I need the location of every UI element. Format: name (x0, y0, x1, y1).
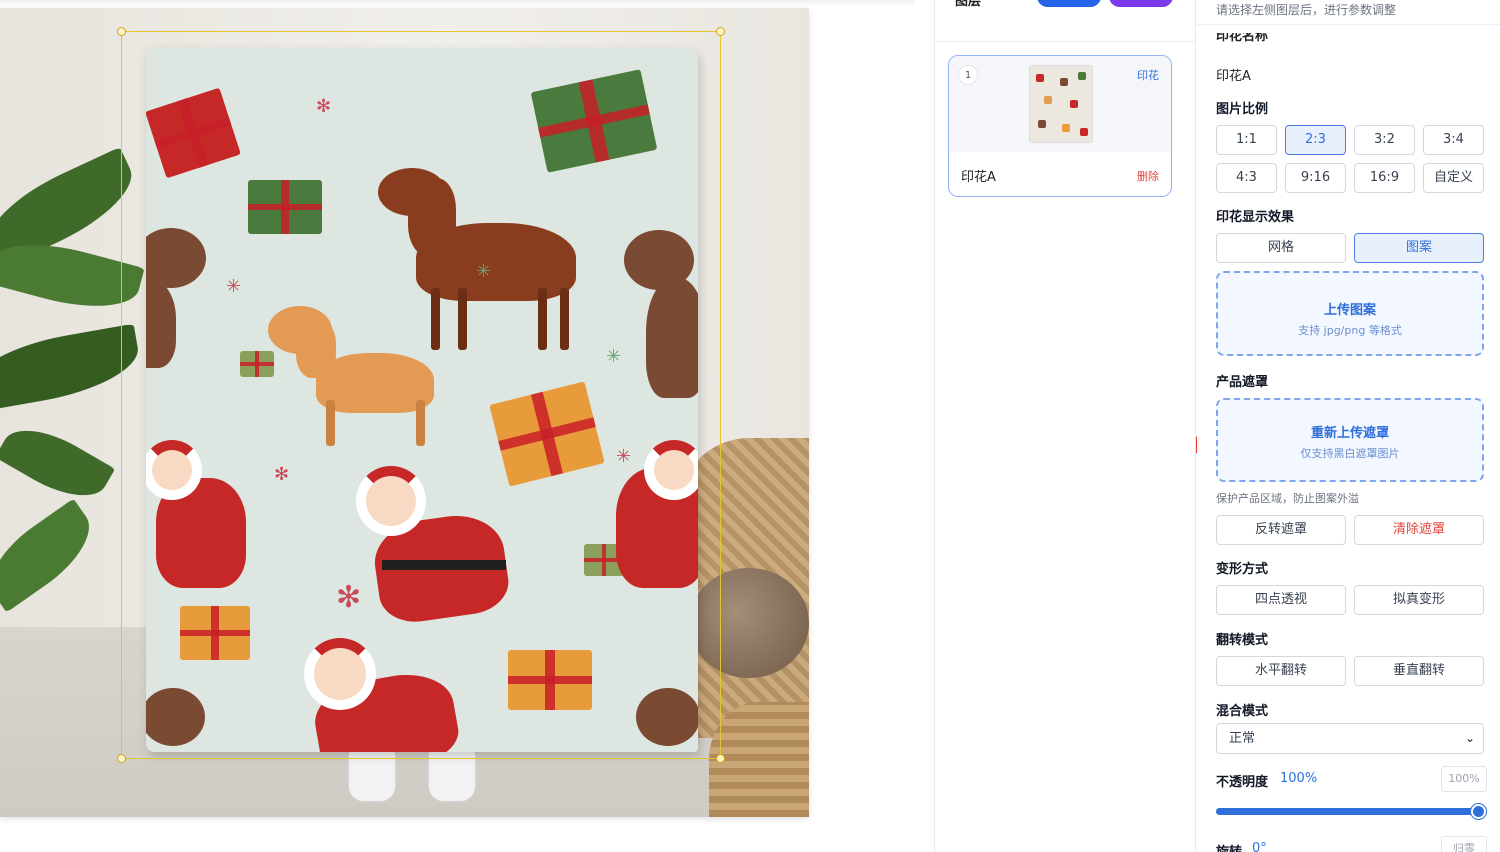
ratio-option-4-3[interactable]: 4:3 (1216, 163, 1277, 193)
selection-box[interactable] (117, 27, 725, 763)
mask-note: 保护产品区域，防止图案外溢 (1216, 492, 1359, 505)
rotation-label: 旋转 (1216, 841, 1242, 852)
opacity-slider-fill (1216, 808, 1478, 815)
ratio-option-custom[interactable]: 自定义 (1423, 163, 1484, 193)
ratio-option-3-2[interactable]: 3:2 (1354, 125, 1415, 155)
thumb-pattern (1060, 78, 1068, 86)
opacity-slider-thumb[interactable] (1471, 804, 1486, 819)
thumb-pattern (1036, 74, 1044, 82)
thumb-pattern (1044, 96, 1052, 104)
thumb-pattern (1038, 120, 1046, 128)
ratio-option-3-4[interactable]: 3:4 (1423, 125, 1484, 155)
settings-panel: 请选择左侧图层后，进行参数调整 印花名称 印花A 图片比例 1:1 2:3 3:… (1197, 0, 1500, 852)
transform-title: 变形方式 (1216, 562, 1269, 577)
divider (1197, 24, 1500, 25)
add-print-button[interactable] (1109, 0, 1173, 7)
ratio-title: 图片比例 (1216, 102, 1269, 117)
resize-handle-top-right[interactable] (716, 27, 725, 36)
layer-delete-button[interactable]: 删除 (1137, 168, 1159, 184)
layers-panel: 图层 1 印花 印花A 删除 (934, 0, 1196, 852)
flip-title: 翻转模式 (1216, 633, 1269, 648)
thumb-pattern (1062, 124, 1070, 132)
ratio-option-1-1[interactable]: 1:1 (1216, 125, 1277, 155)
print-name-value: 印花A (1216, 69, 1251, 84)
blend-title: 混合模式 (1216, 704, 1269, 719)
resize-handle-bottom-right[interactable] (716, 754, 725, 763)
reupload-mask-title: 重新上传遮罩 (1310, 426, 1389, 441)
resize-handle-bottom-left[interactable] (117, 754, 126, 763)
display-pattern-button[interactable]: 图案 (1354, 233, 1484, 263)
realistic-warp-button[interactable]: 拟真变形 (1354, 585, 1484, 615)
layer-index-badge: 1 (958, 65, 978, 85)
opacity-input[interactable]: 100% (1441, 766, 1487, 792)
chevron-down-icon: ⌄ (1464, 731, 1475, 745)
plant-leaf (0, 413, 116, 513)
clear-mask-button[interactable]: 清除遮罩 (1354, 515, 1484, 545)
blend-mode-select[interactable]: 正常 ⌄ (1216, 723, 1484, 754)
opacity-label: 不透明度 (1216, 775, 1269, 790)
layer-card[interactable]: 1 印花 印花A 删除 (948, 55, 1172, 197)
display-effect-title: 印花显示效果 (1216, 210, 1295, 225)
rotation-reset-button[interactable]: 归零 (1441, 836, 1487, 852)
ratio-option-9-16[interactable]: 9:16 (1285, 163, 1346, 193)
ratio-option-2-3[interactable]: 2:3 (1285, 125, 1346, 155)
four-point-perspective-button[interactable]: 四点透视 (1216, 585, 1346, 615)
reupload-mask-dropzone[interactable]: 重新上传遮罩 仅支持黑白遮罩图片 (1216, 398, 1484, 482)
blend-mode-value: 正常 (1229, 731, 1256, 746)
invert-mask-button[interactable]: 反转遮罩 (1216, 515, 1346, 545)
add-layer-button[interactable] (1037, 0, 1101, 7)
opacity-slider[interactable] (1216, 804, 1486, 819)
upload-pattern-title: 上传图案 (1323, 303, 1376, 318)
layer-type-tag: 印花 (1137, 69, 1159, 82)
upload-pattern-dropzone[interactable]: 上传图案 支持 jpg/png 等格式 (1216, 271, 1484, 356)
resize-handle-top-left[interactable] (117, 27, 126, 36)
reupload-mask-subtitle: 仅支持黑白遮罩图片 (1300, 447, 1400, 460)
flip-vertical-button[interactable]: 垂直翻转 (1354, 656, 1484, 686)
flip-horizontal-button[interactable]: 水平翻转 (1216, 656, 1346, 686)
canvas-top-shadow (0, 0, 915, 6)
thumb-pattern (1070, 100, 1078, 108)
plant-leaf (0, 498, 105, 613)
display-grid-button[interactable]: 网格 (1216, 233, 1346, 263)
canvas-area[interactable]: ✻ ✳ ✻ ✻ ✳ ✳ ✳ (0, 0, 934, 852)
opacity-value: 100% (1280, 771, 1318, 786)
mask-title: 产品遮罩 (1216, 375, 1269, 390)
print-name-label: 印花名称 (1216, 33, 1269, 44)
settings-hint: 请选择左侧图层后，进行参数调整 (1216, 3, 1397, 17)
layers-title: 图层 (955, 0, 982, 9)
thumb-pattern (1078, 72, 1086, 80)
layers-header: 图层 (935, 0, 1195, 42)
layer-name: 印花A (961, 170, 996, 185)
upload-pattern-subtitle: 支持 jpg/png 等格式 (1298, 324, 1402, 337)
layer-thumbnail (1029, 65, 1093, 143)
rotation-value: 0° (1252, 841, 1267, 852)
thumb-pattern (1080, 128, 1088, 136)
ratio-option-16-9[interactable]: 16:9 (1354, 163, 1415, 193)
